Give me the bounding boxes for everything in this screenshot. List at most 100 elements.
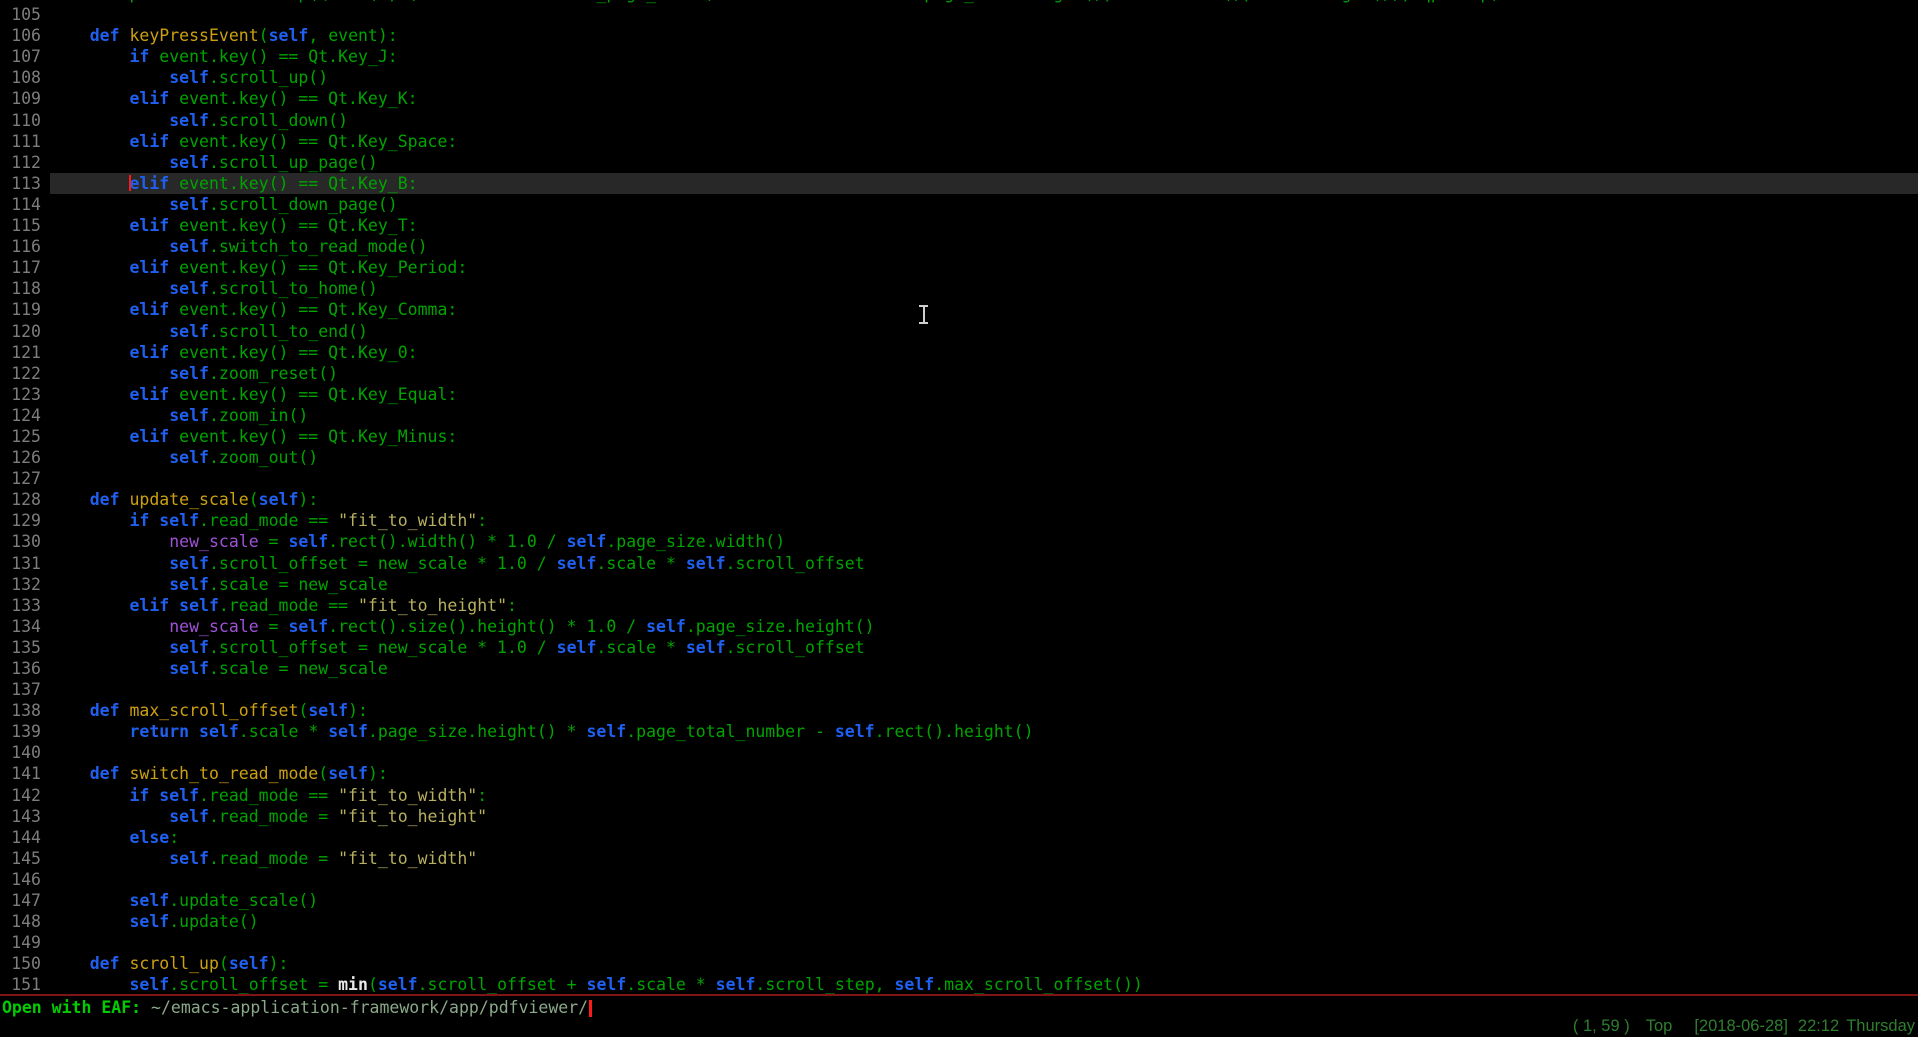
code-line[interactable]: 115 elif event.key() == Qt.Key_T:	[0, 215, 1918, 236]
code-line[interactable]: 150 def scroll_up(self):	[0, 953, 1918, 974]
code-line[interactable]: 147 self.update_scale()	[0, 890, 1918, 911]
code-text[interactable]: self.update()	[50, 911, 1918, 932]
code-text[interactable]: self.scroll_to_end()	[50, 321, 1918, 342]
code-line[interactable]: 129 if self.read_mode == "fit_to_width":	[0, 510, 1918, 531]
code-text[interactable]: elif event.key() == Qt.Key_0:	[50, 342, 1918, 363]
code-text[interactable]: self.scroll_offset = new_scale * 1.0 / s…	[50, 637, 1918, 658]
code-line[interactable]: 108 self.scroll_up()	[0, 67, 1918, 88]
code-line[interactable]: 135 self.scroll_offset = new_scale * 1.0…	[0, 637, 1918, 658]
code-text[interactable]: new_scale = self.rect().size().height() …	[50, 616, 1918, 637]
code-text[interactable]: if self.read_mode == "fit_to_width":	[50, 510, 1918, 531]
code-text[interactable]: self.scroll_offset = min(self.scroll_off…	[50, 974, 1918, 995]
code-line[interactable]: 122 self.zoom_reset()	[0, 363, 1918, 384]
code-text[interactable]: self.read_mode = "fit_to_height"	[50, 806, 1918, 827]
code-line[interactable]: 113 elif event.key() == Qt.Key_B:	[0, 173, 1918, 194]
code-text[interactable]: elif event.key() == Qt.Key_T:	[50, 215, 1918, 236]
code-text[interactable]: self.zoom_reset()	[50, 363, 1918, 384]
code-line[interactable]: 138 def max_scroll_offset(self):	[0, 700, 1918, 721]
code-line[interactable]: 133 elif self.read_mode == "fit_to_heigh…	[0, 595, 1918, 616]
code-line[interactable]: 143 self.read_mode = "fit_to_height"	[0, 806, 1918, 827]
code-text[interactable]: self.zoom_in()	[50, 405, 1918, 426]
code-text[interactable]: self.scale = new_scale	[50, 574, 1918, 595]
code-text[interactable]: self.read_mode = "fit_to_width"	[50, 848, 1918, 869]
code-text[interactable]: elif event.key() == Qt.Key_Minus:	[50, 426, 1918, 447]
code-text[interactable]	[50, 679, 1918, 700]
code-text[interactable]: self.scroll_up()	[50, 67, 1918, 88]
code-line[interactable]: 145 self.read_mode = "fit_to_width"	[0, 848, 1918, 869]
code-line[interactable]: 126 self.zoom_out()	[0, 447, 1918, 468]
code-text[interactable]: def max_scroll_offset(self):	[50, 700, 1918, 721]
code-text[interactable]: def update_scale(self):	[50, 489, 1918, 510]
code-line[interactable]: 142 if self.read_mode == "fit_to_width":	[0, 785, 1918, 806]
code-line[interactable]: 111 elif event.key() == Qt.Key_Space:	[0, 131, 1918, 152]
code-line[interactable]: 112 self.scroll_up_page()	[0, 152, 1918, 173]
code-text[interactable]: elif event.key() == Qt.Key_Space:	[50, 131, 1918, 152]
code-line[interactable]: 149	[0, 932, 1918, 953]
code-text[interactable]: self.zoom_out()	[50, 447, 1918, 468]
code-token	[50, 617, 169, 636]
code-text[interactable]	[50, 4, 1918, 25]
code-text[interactable]	[50, 742, 1918, 763]
code-line[interactable]: 121 elif event.key() == Qt.Key_0:	[0, 342, 1918, 363]
code-text[interactable]	[50, 468, 1918, 489]
code-buffer[interactable]: painter.drawPixmap(QRect(0, (index - sel…	[0, 0, 1918, 996]
code-text[interactable]: else:	[50, 827, 1918, 848]
code-line[interactable]: 105	[0, 4, 1918, 25]
code-text[interactable]: elif self.read_mode == "fit_to_height":	[50, 595, 1918, 616]
code-text[interactable]: self.scroll_to_home()	[50, 278, 1918, 299]
code-line[interactable]: 120 self.scroll_to_end()	[0, 321, 1918, 342]
code-text[interactable]	[50, 869, 1918, 890]
code-text[interactable]: self.scroll_down_page()	[50, 194, 1918, 215]
code-text[interactable]: if self.read_mode == "fit_to_width":	[50, 785, 1918, 806]
code-line[interactable]: 141 def switch_to_read_mode(self):	[0, 763, 1918, 784]
code-line[interactable]: 127	[0, 468, 1918, 489]
code-text[interactable]: new_scale = self.rect().width() * 1.0 / …	[50, 531, 1918, 552]
code-line[interactable]: 118 self.scroll_to_home()	[0, 278, 1918, 299]
minibuffer-input[interactable]: ~/emacs-application-framework/app/pdfvie…	[151, 998, 588, 1018]
code-line[interactable]: 140	[0, 742, 1918, 763]
code-line[interactable]: 137	[0, 679, 1918, 700]
code-text[interactable]: return self.scale * self.page_size.heigh…	[50, 721, 1918, 742]
code-line[interactable]: 124 self.zoom_in()	[0, 405, 1918, 426]
code-text[interactable]: elif event.key() == Qt.Key_Period:	[50, 257, 1918, 278]
code-line[interactable]: 117 elif event.key() == Qt.Key_Period:	[0, 257, 1918, 278]
code-text[interactable]: self.update_scale()	[50, 890, 1918, 911]
code-text[interactable]: elif event.key() == Qt.Key_B:	[50, 173, 1918, 194]
code-line[interactable]: 119 elif event.key() == Qt.Key_Comma:	[0, 299, 1918, 320]
code-text[interactable]: self.scroll_up_page()	[50, 152, 1918, 173]
code-line[interactable]: 106 def keyPressEvent(self, event):	[0, 25, 1918, 46]
code-line[interactable]: 146	[0, 869, 1918, 890]
code-lines[interactable]: painter.drawPixmap(QRect(0, (index - sel…	[0, 0, 1918, 996]
code-text[interactable]: def switch_to_read_mode(self):	[50, 763, 1918, 784]
code-line[interactable]: 109 elif event.key() == Qt.Key_K:	[0, 88, 1918, 109]
code-line[interactable]: 144 else:	[0, 827, 1918, 848]
code-text[interactable]: if event.key() == Qt.Key_J:	[50, 46, 1918, 67]
code-text[interactable]: elif event.key() == Qt.Key_K:	[50, 88, 1918, 109]
code-text[interactable]: self.scale = new_scale	[50, 658, 1918, 679]
code-line[interactable]: 131 self.scroll_offset = new_scale * 1.0…	[0, 553, 1918, 574]
code-text[interactable]: self.switch_to_read_mode()	[50, 236, 1918, 257]
line-number: 118	[0, 278, 41, 299]
code-text[interactable]: def keyPressEvent(self, event):	[50, 25, 1918, 46]
code-line[interactable]: 134 new_scale = self.rect().size().heigh…	[0, 616, 1918, 637]
code-line[interactable]: 151 self.scroll_offset = min(self.scroll…	[0, 974, 1918, 995]
code-line[interactable]: 132 self.scale = new_scale	[0, 574, 1918, 595]
code-text[interactable]: self.scroll_down()	[50, 110, 1918, 131]
code-text[interactable]: def scroll_up(self):	[50, 953, 1918, 974]
code-line[interactable]: 130 new_scale = self.rect().width() * 1.…	[0, 531, 1918, 552]
code-line[interactable]: 148 self.update()	[0, 911, 1918, 932]
code-line[interactable]: 123 elif event.key() == Qt.Key_Equal:	[0, 384, 1918, 405]
code-line[interactable]: 107 if event.key() == Qt.Key_J:	[0, 46, 1918, 67]
code-text[interactable]: elif event.key() == Qt.Key_Comma:	[50, 299, 1918, 320]
code-text[interactable]	[50, 932, 1918, 953]
code-text[interactable]: self.scroll_offset = new_scale * 1.0 / s…	[50, 553, 1918, 574]
code-line[interactable]: 110 self.scroll_down()	[0, 110, 1918, 131]
code-line[interactable]: 114 self.scroll_down_page()	[0, 194, 1918, 215]
code-line[interactable]: 125 elif event.key() == Qt.Key_Minus:	[0, 426, 1918, 447]
code-line[interactable]: 116 self.switch_to_read_mode()	[0, 236, 1918, 257]
minibuffer[interactable]: Open with EAF: ~/emacs-application-frame…	[2, 997, 592, 1019]
code-line[interactable]: 136 self.scale = new_scale	[0, 658, 1918, 679]
code-text[interactable]: elif event.key() == Qt.Key_Equal:	[50, 384, 1918, 405]
code-line[interactable]: 139 return self.scale * self.page_size.h…	[0, 721, 1918, 742]
code-line[interactable]: 128 def update_scale(self):	[0, 489, 1918, 510]
